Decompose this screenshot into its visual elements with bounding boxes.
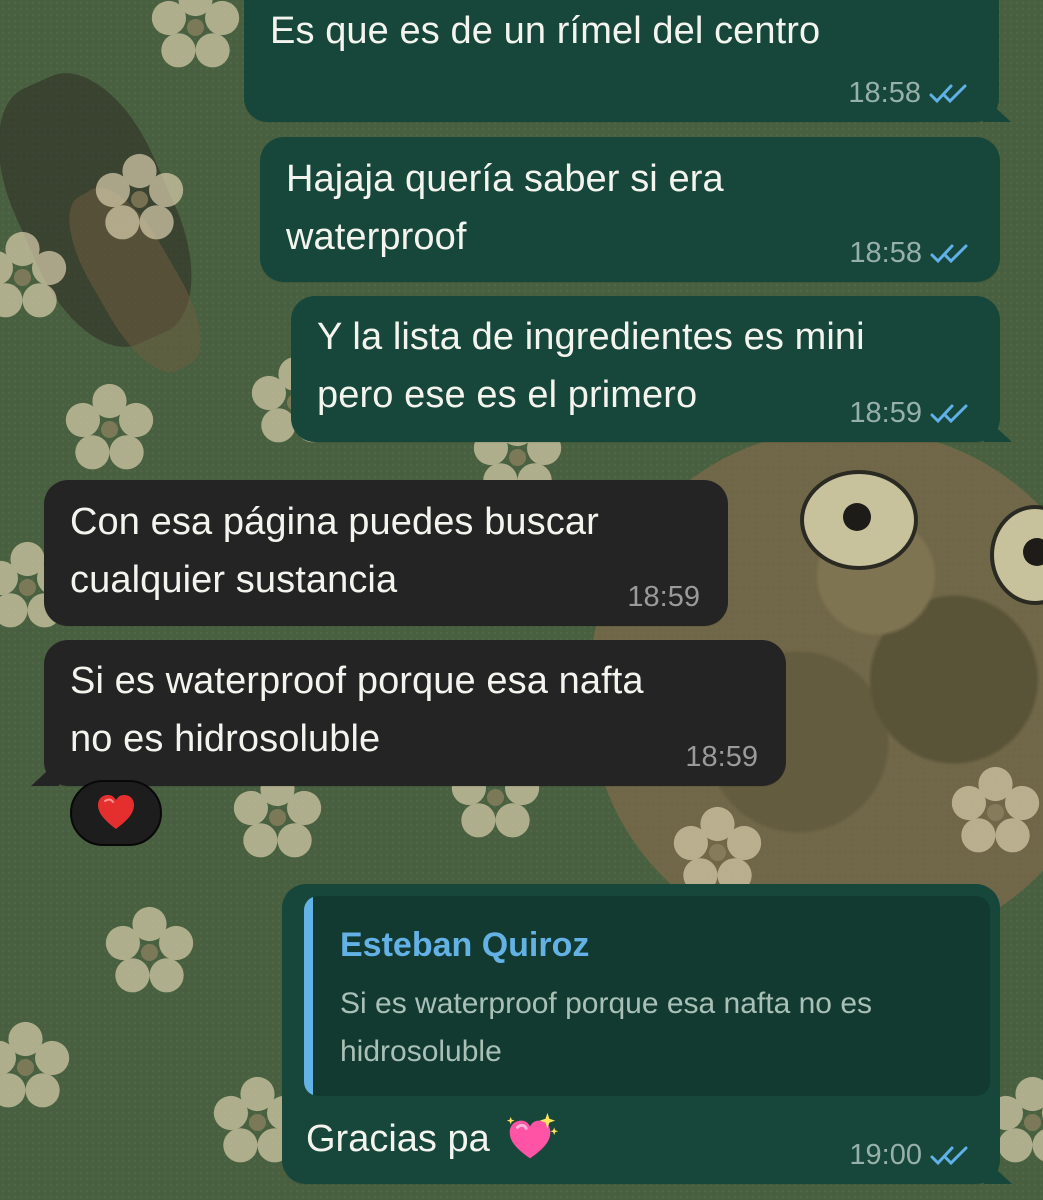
message-tail: [984, 1158, 1012, 1184]
message-bubble[interactable]: Esteban Quiroz Si es waterproof porque e…: [282, 884, 1012, 1184]
reply-accent-bar: [304, 896, 313, 1096]
message-line: Si es waterproof porque esa nafta: [70, 660, 644, 702]
double-check-icon: [930, 404, 968, 423]
chat-thread: Es que es de un rímel del centro 18:58 H…: [0, 0, 1043, 1200]
message-tail: [983, 96, 1011, 122]
message-text: Con esa página puedes buscar cualquier s…: [70, 493, 599, 609]
message-time: 18:58: [849, 237, 922, 269]
message-meta: 18:58: [848, 79, 971, 108]
message-text: Si es waterproof porque esa nafta no es …: [70, 652, 644, 768]
message-line: Con esa página puedes buscar: [70, 501, 599, 543]
message-bubble[interactable]: Es que es de un rímel del centro 18:58: [244, 0, 1011, 122]
reply-author: Esteban Quiroz: [340, 926, 590, 964]
message-meta: 18:58: [849, 239, 972, 268]
message-line: Gracias pa: [306, 1118, 490, 1160]
message-meta: 19:00: [849, 1141, 972, 1170]
sparkling-heart-icon: [506, 1112, 558, 1159]
double-check-icon: [930, 1146, 968, 1165]
double-check-icon: [929, 84, 967, 103]
message-bubble[interactable]: Y la lista de ingredientes es mini pero …: [291, 296, 1012, 442]
message-line: cualquier sustancia: [70, 559, 398, 601]
message-time: 19:00: [849, 1139, 922, 1171]
double-check-icon: [930, 244, 968, 263]
message-tail: [31, 760, 59, 786]
message-bubble[interactable]: Con esa página puedes buscar cualquier s…: [44, 480, 728, 626]
quoted-reply[interactable]: Esteban Quiroz Si es waterproof porque e…: [304, 896, 990, 1096]
reply-line: hidrosoluble: [340, 1035, 502, 1068]
message-line: Hajaja quería saber si era: [286, 158, 724, 200]
message-time: 18:59: [849, 397, 922, 429]
reply-text: Si es waterproof porque esa nafta no es …: [340, 980, 980, 1076]
message-line: Es que es de un rímel del centro: [270, 10, 821, 52]
message-bubble[interactable]: Si es waterproof porque esa nafta no es …: [31, 640, 786, 786]
message-text: Es que es de un rímel del centro: [270, 2, 820, 60]
message-time: 18:58: [848, 77, 921, 109]
message-tail: [984, 416, 1012, 442]
red-heart-icon: [98, 795, 134, 829]
message-text: Hajaja quería saber si era waterproof: [286, 150, 724, 266]
message-line: waterproof: [286, 216, 467, 258]
message-text: Y la lista de ingredientes es mini pero …: [317, 308, 865, 424]
message-line: no es hidrosoluble: [70, 718, 381, 760]
message-bubble[interactable]: Hajaja quería saber si era waterproof 18…: [260, 137, 1000, 282]
message-time: 18:59: [627, 581, 700, 613]
message-time: 18:59: [685, 741, 758, 773]
message-reaction[interactable]: [70, 780, 162, 846]
message-meta: 18:59: [627, 583, 700, 612]
reply-line: Si es waterproof porque esa nafta no es: [340, 987, 873, 1020]
message-meta: 18:59: [849, 399, 972, 428]
message-meta: 18:59: [685, 743, 758, 772]
message-line: pero ese es el primero: [317, 374, 698, 416]
message-text: Gracias pa: [306, 1110, 560, 1168]
message-line: Y la lista de ingredientes es mini: [317, 316, 865, 358]
